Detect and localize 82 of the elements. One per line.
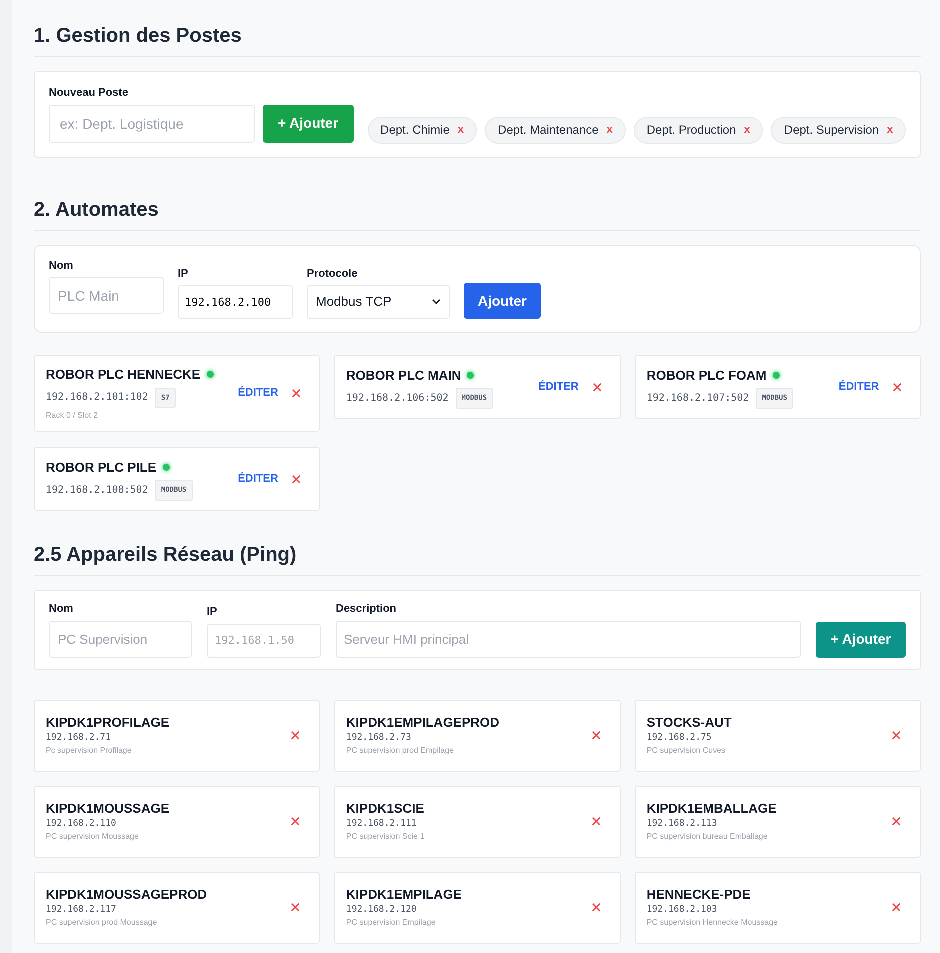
add-button[interactable]: + Ajouter [816, 622, 906, 658]
tag-label: Dept. Chimie [380, 122, 450, 139]
device-name: STOCKS-AUT [646, 714, 733, 730]
remove-link[interactable]: x [887, 122, 894, 138]
close-icon[interactable] [592, 382, 602, 392]
field-label: Protocole [307, 266, 359, 282]
field-label: Nom [49, 258, 74, 274]
device-description: PC supervision Scie 1 [346, 830, 426, 842]
edit-link[interactable]: ÉDITER [238, 385, 278, 402]
close-icon[interactable] [291, 731, 300, 740]
plc-address: 192.168.2.108:502 [46, 484, 148, 498]
input-field[interactable]: PC Supervision [49, 620, 192, 658]
close-icon[interactable] [592, 817, 601, 826]
remove-link[interactable]: x [458, 122, 464, 138]
edit-link[interactable]: ÉDITER [838, 378, 880, 396]
device-ip: 192.168.2.120 [346, 904, 418, 916]
input-field[interactable]: Serveur HMI principal [336, 620, 801, 658]
device-name: HENNECKE-PDE [646, 886, 752, 902]
close-icon[interactable] [292, 474, 302, 484]
close-icon[interactable] [892, 903, 902, 912]
add-button[interactable]: + Ajouter [263, 104, 354, 142]
device-name: KIPDK1EMPILAGEPROD [346, 714, 501, 730]
close-icon[interactable] [892, 731, 902, 740]
device-description: PC supervision Hennecke Moussage [646, 916, 780, 928]
close-icon[interactable] [592, 903, 601, 912]
device-ip: 192.168.2.71 [46, 732, 112, 744]
device-description: PC supervision Cuves [646, 744, 727, 756]
close-icon[interactable] [893, 382, 902, 392]
close-icon[interactable] [592, 731, 601, 740]
device-name: KIPDK1MOUSSAGEPROD [46, 886, 208, 902]
tag-label: Dept. Supervision [784, 122, 880, 139]
device-ip: 192.168.2.103 [646, 904, 718, 916]
device-ip: 192.168.2.111 [346, 818, 418, 830]
device-description: PC supervision prod Empilage [346, 744, 456, 756]
device-name: KIPDK1EMPILAGE [346, 886, 463, 902]
close-icon[interactable] [892, 817, 902, 826]
plc-name: ROBOR PLC FOAM [646, 366, 767, 384]
plc-address: 192.168.2.107:502 [646, 392, 750, 406]
plc-name: ROBOR PLC PILE [46, 458, 157, 476]
device-ip: 192.168.2.113 [646, 818, 718, 830]
input-field[interactable]: 192.168.2.100 [178, 285, 293, 319]
field-label: IP [178, 266, 190, 282]
chevron-down-icon [432, 299, 441, 305]
plc-address: 192.168.2.101:102 [46, 391, 148, 406]
rack-slot-text: Rack 0 / Slot 2 [46, 410, 100, 422]
input-field[interactable]: ex: Dept. Logistique [49, 104, 255, 142]
section-title: 2.5 Appareils Réseau (Ping) [34, 543, 298, 568]
tag-label: Dept. Maintenance [498, 122, 599, 139]
device-description: PC supervision prod Moussage [46, 916, 158, 928]
device-name: KIPDK1PROFILAGE [46, 714, 171, 730]
device-ip: 192.168.2.117 [46, 904, 118, 916]
field-label: IP [207, 605, 218, 620]
protocol-dropdown[interactable]: Modbus TCP [307, 285, 450, 319]
section-title: 2. Automates [34, 198, 160, 222]
device-name: KIPDK1SCIE [346, 800, 426, 816]
device-name: KIPDK1MOUSSAGE [46, 800, 171, 816]
field-label: Nouveau Poste [49, 86, 130, 101]
device-ip: 192.168.2.75 [646, 732, 713, 744]
device-name: KIPDK1EMBALLAGE [646, 800, 778, 816]
input-field[interactable]: 192.168.1.50 [207, 624, 321, 658]
edit-link[interactable]: ÉDITER [538, 378, 579, 396]
close-icon[interactable] [291, 817, 300, 826]
tag-label: Dept. Production [646, 122, 736, 139]
device-ip: 192.168.2.73 [346, 732, 412, 744]
field-label: Description [336, 602, 398, 617]
plc-name: ROBOR PLC HENNECKE [46, 366, 201, 384]
close-icon[interactable] [291, 903, 300, 912]
device-description: PC supervision Empilage [346, 916, 437, 928]
input-field[interactable]: PLC Main [49, 277, 164, 314]
close-icon[interactable] [292, 389, 302, 398]
edit-link[interactable]: ÉDITER [238, 470, 278, 488]
field-label: Nom [49, 602, 74, 617]
plc-name: ROBOR PLC MAIN [346, 366, 462, 384]
remove-link[interactable]: x [606, 122, 613, 138]
device-description: Pc supervision Profilage [46, 744, 133, 756]
device-description: PC supervision bureau Emballage [646, 830, 769, 842]
remove-link[interactable]: x [744, 122, 750, 138]
device-ip: 192.168.2.110 [46, 818, 118, 830]
add-button[interactable]: Ajouter [464, 283, 541, 319]
section-title: 1. Gestion des Postes [34, 24, 243, 49]
plc-address: 192.168.2.106:502 [346, 392, 449, 406]
device-description: PC supervision Moussage [46, 830, 140, 842]
